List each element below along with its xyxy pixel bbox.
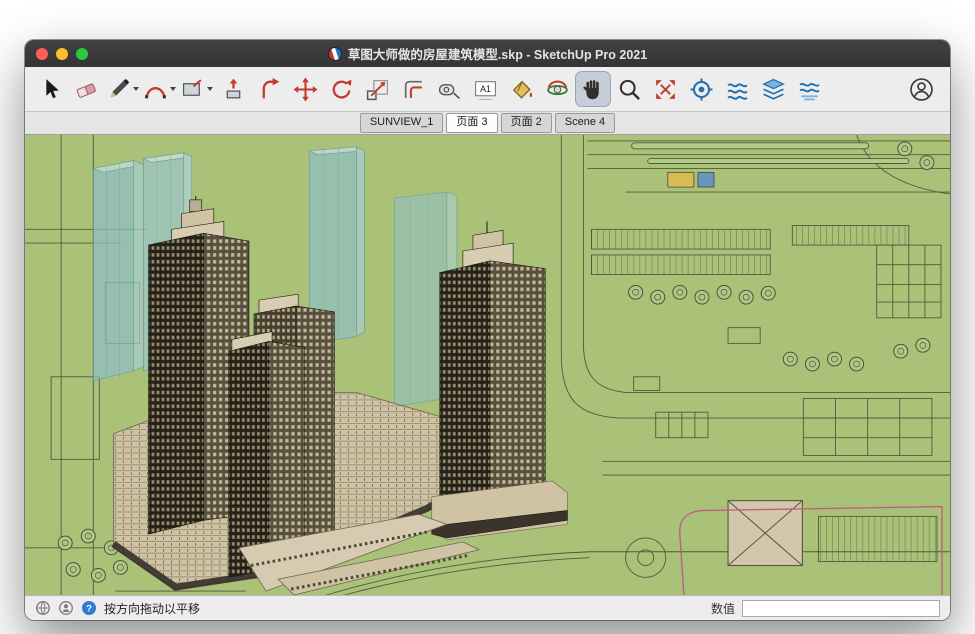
desktop: 草图大师做的房屋建筑模型.skp - SketchUp Pro 2021	[0, 0, 975, 634]
pencil-icon	[106, 77, 131, 102]
model-viewport	[25, 135, 950, 595]
geolocation-button[interactable]	[35, 600, 51, 616]
tape-measure-icon	[437, 77, 462, 102]
look-around-tool[interactable]	[719, 71, 755, 107]
paint-bucket-icon	[509, 77, 534, 102]
help-button[interactable]: ?	[81, 600, 97, 616]
dropdown-caret-icon	[133, 87, 139, 91]
help-glyph: ?	[86, 603, 92, 614]
dropdown-caret-icon	[170, 87, 176, 91]
scene-tabs: SUNVIEW_1 页面 3 页面 2 Scene 4	[25, 112, 950, 135]
tab-sunview-1[interactable]: SUNVIEW_1	[360, 113, 444, 133]
fog-icon	[797, 77, 822, 102]
zoom-button[interactable]	[76, 48, 88, 60]
push-pull-icon	[221, 77, 246, 102]
zoom-tool[interactable]	[611, 71, 647, 107]
window-controls	[36, 40, 88, 67]
help-icon: ?	[81, 600, 97, 616]
select-tool[interactable]	[32, 71, 68, 107]
credits-icon	[58, 600, 74, 616]
tape-measure-tool[interactable]	[431, 71, 467, 107]
account-button[interactable]	[903, 71, 939, 107]
titlebar: 草图大师做的房屋建筑模型.skp - SketchUp Pro 2021	[25, 40, 950, 67]
text-tool[interactable]: A1	[467, 71, 503, 107]
user-icon	[908, 76, 935, 103]
arc-icon	[143, 77, 168, 102]
statusbar: ? 按方向拖动以平移 数值	[25, 595, 950, 620]
credits-button[interactable]	[58, 600, 74, 616]
dropdown-caret-icon	[207, 87, 213, 91]
close-button[interactable]	[36, 48, 48, 60]
window-title-text: 草图大师做的房屋建筑模型.skp - SketchUp Pro 2021	[348, 44, 647, 63]
text-tool-glyph: A1	[480, 84, 491, 94]
paint-bucket-tool[interactable]	[503, 71, 539, 107]
move-tool[interactable]	[287, 71, 323, 107]
follow-me-tool[interactable]	[251, 71, 287, 107]
tab-page-2[interactable]: 页面 2	[501, 113, 552, 133]
measurements-input[interactable]	[742, 600, 940, 617]
position-camera-tool[interactable]	[683, 71, 719, 107]
offset-tool[interactable]	[395, 71, 431, 107]
pan-tool[interactable]	[575, 71, 611, 107]
zoom-extents-icon	[653, 77, 678, 102]
scale-tool[interactable]	[359, 71, 395, 107]
text-icon: A1	[473, 77, 498, 102]
select-icon	[38, 77, 63, 102]
sketchup-logo-icon	[328, 47, 342, 61]
rectangle-tool[interactable]	[178, 71, 215, 107]
tab-scene-4[interactable]: Scene 4	[555, 113, 615, 133]
sketchup-window: 草图大师做的房屋建筑模型.skp - SketchUp Pro 2021	[25, 40, 950, 620]
line-tool[interactable]	[104, 71, 141, 107]
offset-icon	[401, 77, 426, 102]
follow-me-icon	[257, 77, 282, 102]
measurements-label: 数值	[711, 600, 735, 617]
tab-page-3[interactable]: 页面 3	[446, 113, 497, 133]
window-title: 草图大师做的房屋建筑模型.skp - SketchUp Pro 2021	[25, 44, 950, 63]
orbit-tool[interactable]	[539, 71, 575, 107]
rectangle-icon	[180, 77, 205, 102]
toolbar: A1	[25, 67, 950, 112]
orbit-icon	[545, 77, 570, 102]
viewport-canvas[interactable]	[25, 135, 950, 595]
fog-tool[interactable]	[791, 71, 827, 107]
arc-tool[interactable]	[141, 71, 178, 107]
eraser-tool[interactable]	[68, 71, 104, 107]
pan-hand-icon	[581, 77, 606, 102]
scale-icon	[365, 77, 390, 102]
minimize-button[interactable]	[56, 48, 68, 60]
waves-icon	[725, 77, 750, 102]
rotate-icon	[329, 77, 354, 102]
push-pull-tool[interactable]	[215, 71, 251, 107]
rotate-tool[interactable]	[323, 71, 359, 107]
move-icon	[293, 77, 318, 102]
styles-tool[interactable]	[755, 71, 791, 107]
plaza-details	[668, 172, 714, 187]
position-camera-icon	[689, 77, 714, 102]
status-hint: 按方向拖动以平移	[104, 600, 200, 617]
magnifier-icon	[617, 77, 642, 102]
eraser-icon	[74, 77, 99, 102]
zoom-extents-tool[interactable]	[647, 71, 683, 107]
layers-icon	[761, 77, 786, 102]
geolocation-icon	[35, 600, 51, 616]
